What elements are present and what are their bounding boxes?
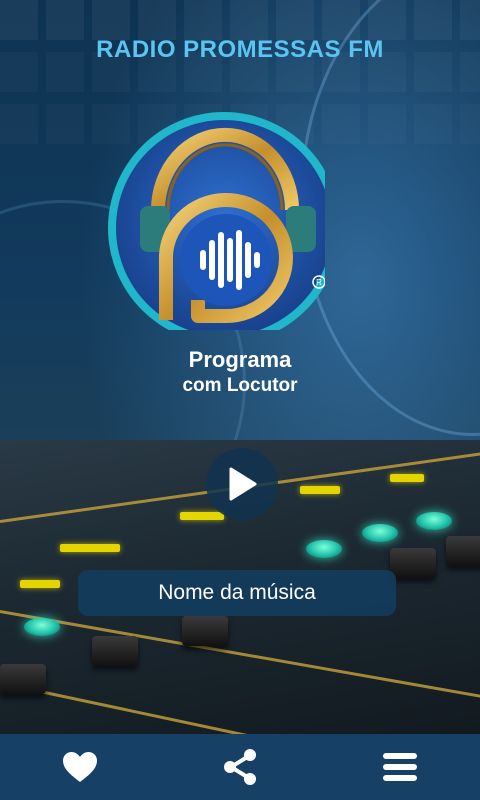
program-host: com Locutor [182, 375, 298, 396]
bottom-nav-bar [0, 734, 480, 800]
logo-graphic: R [108, 112, 325, 330]
svg-text:R: R [316, 278, 322, 287]
program-name: Programa [188, 347, 292, 372]
favorite-button[interactable] [40, 734, 120, 800]
share-button[interactable] [200, 734, 280, 800]
menu-icon [383, 753, 417, 781]
heart-icon [63, 752, 97, 782]
menu-button[interactable] [360, 734, 440, 800]
share-icon [224, 749, 256, 785]
program-info: Programa com Locutor [0, 347, 480, 397]
app-title: RADIO PROMESSAS FM [96, 36, 384, 63]
song-title-box: Nome da música [78, 570, 396, 616]
play-icon [229, 467, 257, 501]
play-button[interactable] [206, 448, 278, 520]
station-logo: R [106, 110, 325, 330]
song-title: Nome da música [158, 581, 316, 604]
